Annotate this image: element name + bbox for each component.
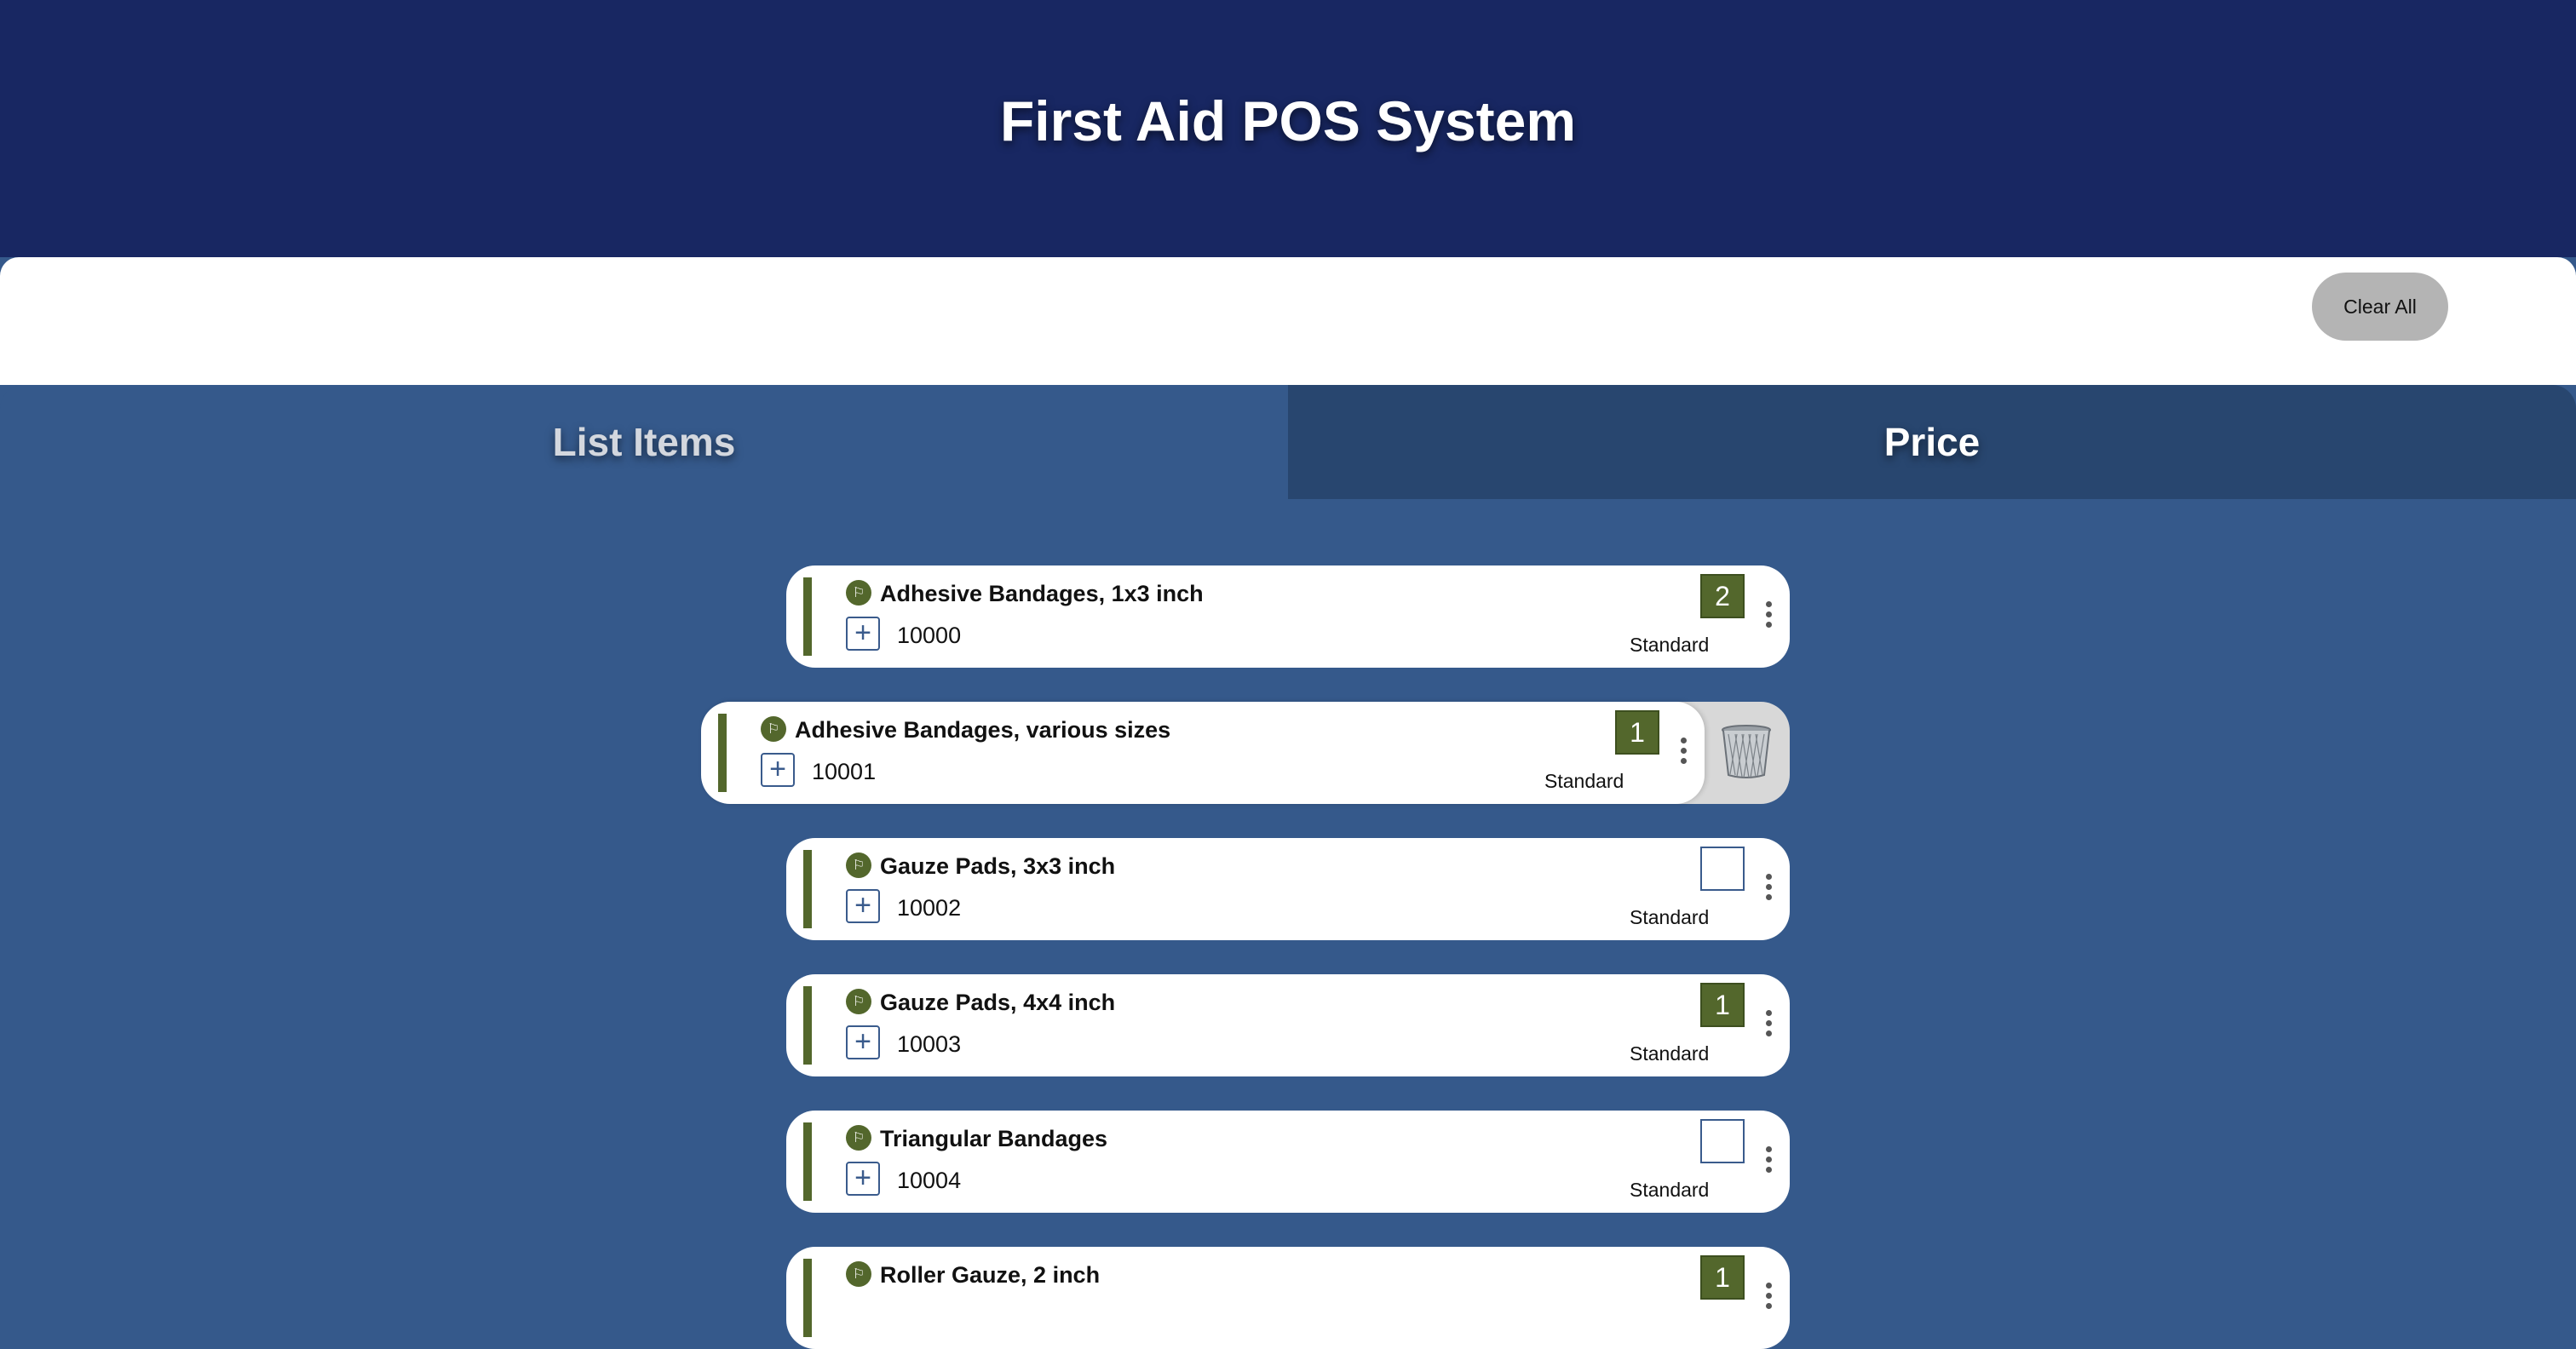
flag-icon: ⚐ bbox=[761, 716, 786, 742]
item-code: 10000 bbox=[897, 623, 962, 648]
list-item[interactable]: ⚐ Gauze Pads, 4x4 inch + 10003 1 Standar… bbox=[786, 974, 1790, 1076]
app-header: First Aid POS System bbox=[0, 0, 2576, 257]
item-type: Standard bbox=[1630, 906, 1710, 928]
tab-bar: List Items Price bbox=[0, 385, 2576, 499]
toolbar: Clear All bbox=[0, 257, 2576, 385]
item-accent-bar bbox=[803, 986, 812, 1065]
add-button[interactable]: + bbox=[846, 617, 880, 651]
flag-icon: ⚐ bbox=[846, 580, 871, 606]
page-title: First Aid POS System bbox=[999, 89, 1577, 152]
item-accent-bar bbox=[803, 1122, 812, 1201]
flag-icon: ⚐ bbox=[846, 989, 871, 1014]
flag-icon: ⚐ bbox=[846, 1261, 871, 1287]
item-code: 10001 bbox=[812, 759, 877, 784]
item-accent-bar bbox=[803, 577, 812, 656]
item-type: Standard bbox=[1630, 1042, 1710, 1065]
list-item[interactable]: ⚐ Adhesive Bandages, various sizes + 100… bbox=[701, 702, 1705, 804]
more-vertical-icon[interactable] bbox=[1766, 1146, 1773, 1177]
item-name: Roller Gauze, 2 inch bbox=[880, 1262, 1101, 1288]
item-name: Gauze Pads, 4x4 inch bbox=[880, 990, 1116, 1015]
add-button[interactable]: + bbox=[846, 889, 880, 923]
flag-icon: ⚐ bbox=[846, 1125, 871, 1151]
quantity-badge[interactable]: 1 bbox=[1700, 983, 1745, 1027]
more-vertical-icon[interactable] bbox=[1766, 1283, 1773, 1313]
list-item[interactable]: ⚐ Gauze Pads, 3x3 inch + 10002 Standard bbox=[786, 838, 1790, 940]
list-item[interactable]: ⚐ Triangular Bandages + 10004 Standard bbox=[786, 1111, 1790, 1213]
trash-icon[interactable] bbox=[1720, 724, 1773, 780]
item-name: Adhesive Bandages, 1x3 inch bbox=[880, 581, 1204, 606]
quantity-badge[interactable]: 1 bbox=[1615, 710, 1659, 755]
item-name: Gauze Pads, 3x3 inch bbox=[880, 853, 1116, 879]
item-accent-bar bbox=[803, 1259, 812, 1337]
more-vertical-icon[interactable] bbox=[1766, 874, 1773, 904]
quantity-badge[interactable] bbox=[1700, 1119, 1745, 1163]
flag-icon: ⚐ bbox=[846, 852, 871, 878]
item-code: 10002 bbox=[897, 895, 962, 921]
clear-all-button[interactable]: Clear All bbox=[2312, 273, 2448, 341]
item-type: Standard bbox=[1630, 634, 1710, 656]
quantity-badge[interactable]: 2 bbox=[1700, 574, 1745, 618]
add-button[interactable]: + bbox=[846, 1025, 880, 1059]
add-button[interactable]: + bbox=[761, 753, 795, 787]
add-button[interactable]: + bbox=[846, 1162, 880, 1196]
tab-list-items[interactable]: List Items bbox=[0, 385, 1288, 499]
item-code: 10004 bbox=[897, 1168, 962, 1193]
item-accent-bar bbox=[718, 714, 727, 792]
item-name: Adhesive Bandages, various sizes bbox=[795, 717, 1171, 743]
more-vertical-icon[interactable] bbox=[1681, 738, 1688, 768]
item-code: 10003 bbox=[897, 1031, 962, 1057]
tab-price[interactable]: Price bbox=[1288, 385, 2576, 499]
more-vertical-icon[interactable] bbox=[1766, 601, 1773, 632]
more-vertical-icon[interactable] bbox=[1766, 1010, 1773, 1041]
item-name: Triangular Bandages bbox=[880, 1126, 1108, 1151]
item-accent-bar bbox=[803, 850, 812, 928]
item-type: Standard bbox=[1544, 770, 1624, 792]
quantity-badge[interactable] bbox=[1700, 847, 1745, 891]
list-item[interactable]: ⚐ Roller Gauze, 2 inch 1 bbox=[786, 1247, 1790, 1349]
quantity-badge[interactable]: 1 bbox=[1700, 1255, 1745, 1300]
list-item[interactable]: ⚐ Adhesive Bandages, 1x3 inch + 10000 2 … bbox=[786, 565, 1790, 668]
item-type: Standard bbox=[1630, 1179, 1710, 1201]
